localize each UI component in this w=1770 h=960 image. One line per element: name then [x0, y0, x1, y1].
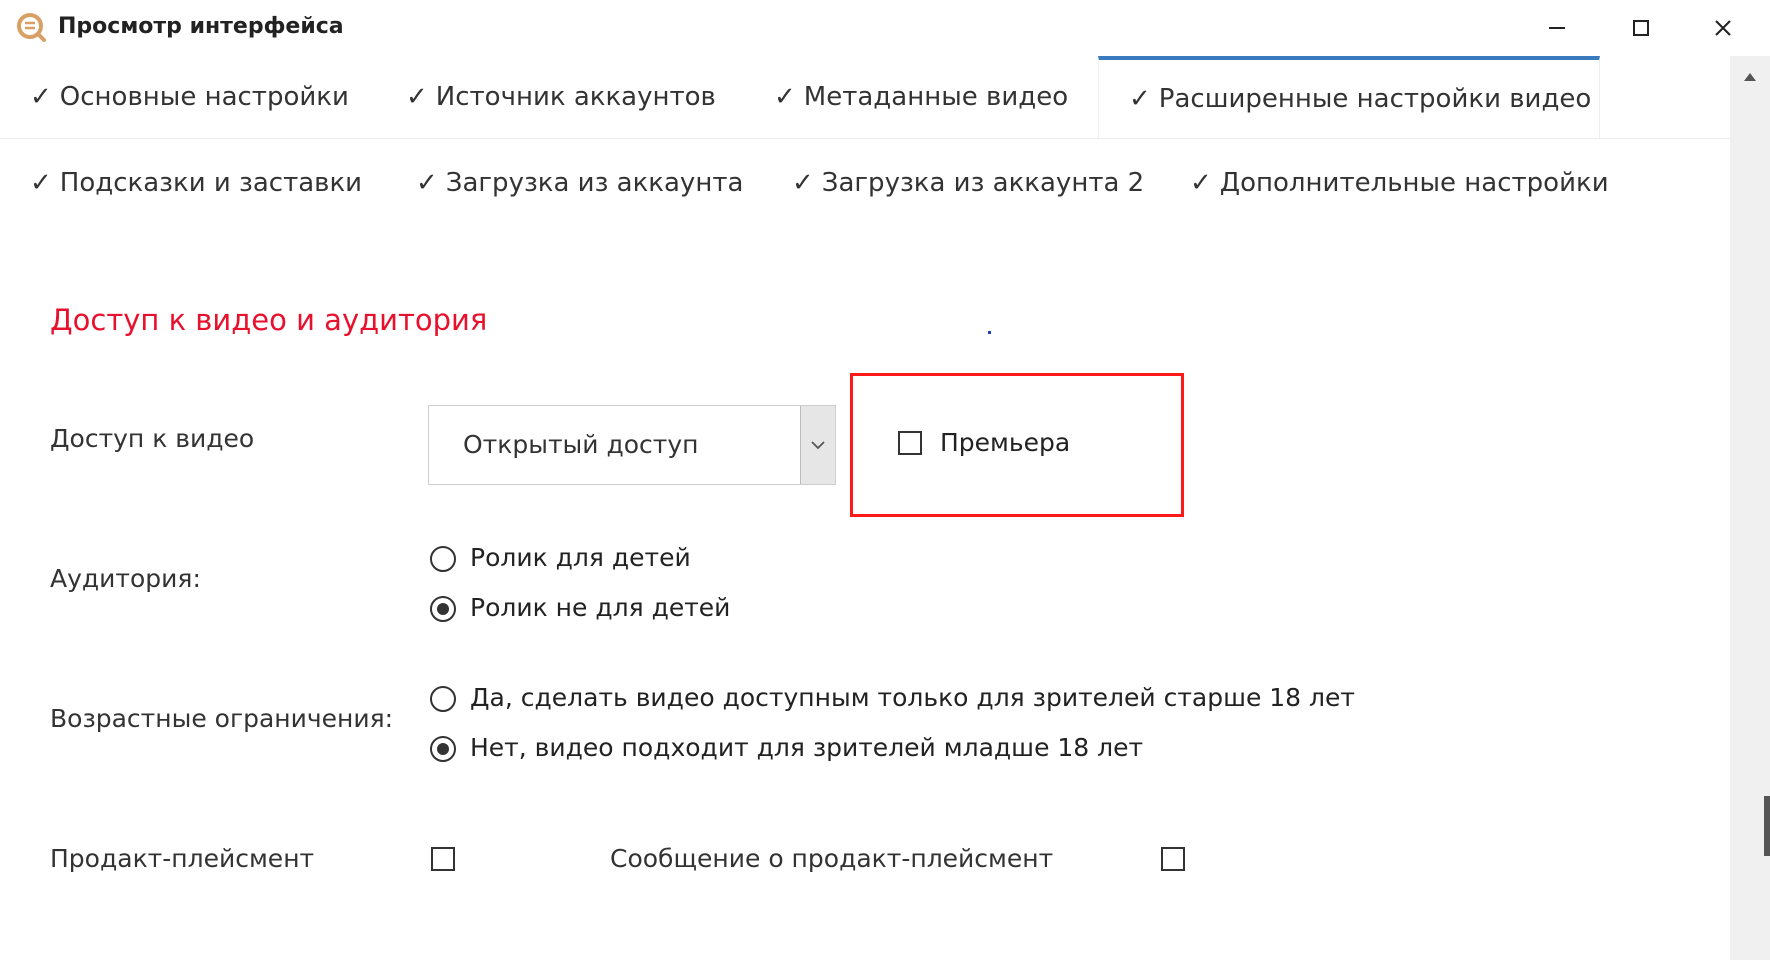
tab-label: Расширенные настройки видео	[1158, 84, 1592, 114]
select-value: Открытый доступ	[463, 430, 699, 459]
radio-for-kids[interactable]	[430, 546, 456, 572]
chevron-down-icon	[811, 441, 825, 450]
check-mark: ✓	[416, 168, 438, 198]
tab-main-settings[interactable]: ✓ Основные настройки	[30, 56, 349, 138]
product-placement-checkbox[interactable]	[431, 847, 455, 871]
tab-upload-from-account[interactable]: ✓ Загрузка из аккаунта	[416, 142, 743, 224]
vertical-scrollbar[interactable]	[1730, 56, 1770, 960]
tab-row-1: ✓ Основные настройки ✓ Источник аккаунто…	[0, 56, 1730, 139]
tab-label: Дополнительные настройки	[1219, 168, 1609, 198]
tab-hints-screensavers[interactable]: ✓ Подсказки и заставки	[30, 142, 362, 224]
radio-age-under-18[interactable]	[430, 736, 456, 762]
radio-not-for-kids[interactable]	[430, 596, 456, 622]
tab-row-2: ✓ Подсказки и заставки ✓ Загрузка из акк…	[0, 142, 1730, 224]
age-restriction-label: Возрастные ограничения:	[50, 704, 394, 733]
arrow-up-icon	[1744, 73, 1756, 81]
minimize-button[interactable]	[1522, 8, 1592, 48]
check-mark: ✓	[774, 82, 796, 112]
premiere-checkbox[interactable]	[898, 431, 922, 455]
tab-upload-from-account-2[interactable]: ✓ Загрузка из аккаунта 2	[792, 142, 1144, 224]
video-access-select[interactable]: Открытый доступ	[428, 405, 836, 485]
maximize-button[interactable]	[1606, 8, 1676, 48]
close-icon	[1715, 20, 1731, 36]
product-placement-label: Продакт-плейсмент	[50, 844, 315, 873]
check-mark: ✓	[30, 82, 52, 112]
decorative-dot	[988, 331, 991, 334]
tab-label: Подсказки и заставки	[59, 168, 363, 198]
tab-label: Основные настройки	[59, 82, 349, 112]
tab-label: Источник аккаунтов	[435, 82, 716, 112]
tab-video-metadata[interactable]: ✓ Метаданные видео	[774, 56, 1068, 138]
maximize-icon	[1633, 20, 1649, 36]
tab-label: Загрузка из аккаунта	[445, 168, 744, 198]
close-button[interactable]	[1688, 8, 1758, 48]
tab-accounts-source[interactable]: ✓ Источник аккаунтов	[406, 56, 716, 138]
check-mark: ✓	[792, 168, 814, 198]
tab-additional-settings[interactable]: ✓ Дополнительные настройки	[1190, 142, 1609, 224]
tab-label: Загрузка из аккаунта 2	[821, 168, 1145, 198]
section-title: Доступ к видео и аудитория	[50, 303, 488, 337]
check-mark: ✓	[406, 82, 428, 112]
radio-not-for-kids-label: Ролик не для детей	[470, 593, 731, 622]
scroll-thumb[interactable]	[1764, 796, 1770, 856]
window-title: Просмотр интерфейса	[58, 14, 344, 39]
radio-age-under-18-label: Нет, видео подходит для зрителей младше …	[470, 733, 1144, 762]
video-access-label: Доступ к видео	[50, 424, 255, 453]
product-placement-message-label: Сообщение о продакт-плейсмент	[610, 844, 1054, 873]
radio-age-18-plus[interactable]	[430, 686, 456, 712]
minimize-icon	[1549, 27, 1565, 29]
audience-label: Аудитория:	[50, 564, 201, 593]
app-logo-icon	[17, 13, 46, 42]
radio-for-kids-label: Ролик для детей	[470, 543, 691, 572]
premiere-label: Премьера	[940, 428, 1071, 457]
check-mark: ✓	[1190, 168, 1212, 198]
tab-label: Метаданные видео	[803, 82, 1069, 112]
select-dropdown-button[interactable]	[800, 406, 835, 484]
check-mark: ✓	[1129, 84, 1151, 114]
scroll-up-button[interactable]	[1730, 62, 1770, 92]
title-bar: Просмотр интерфейса	[0, 0, 1770, 56]
radio-age-18-plus-label: Да, сделать видео доступным только для з…	[470, 683, 1355, 712]
tab-advanced-video-settings[interactable]: ✓ Расширенные настройки видео	[1098, 56, 1600, 138]
product-placement-message-checkbox[interactable]	[1161, 847, 1185, 871]
check-mark: ✓	[30, 168, 52, 198]
